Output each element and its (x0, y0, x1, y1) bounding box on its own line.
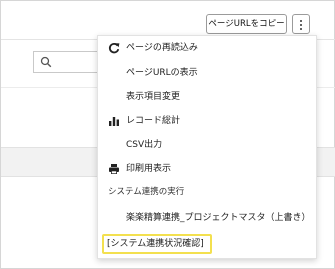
menu-item-record-total[interactable]: レコード総計 (98, 111, 316, 131)
menu-item-label: 表示項目変更 (126, 92, 181, 102)
menu-item-change-columns[interactable]: 表示項目変更 (98, 87, 316, 107)
menu-item-show-url[interactable]: ページURLの表示 (98, 63, 316, 83)
more-dot (300, 28, 302, 30)
bar-chart-icon (109, 117, 119, 126)
refresh-icon (109, 43, 120, 54)
more-menu-button[interactable] (292, 14, 310, 34)
menu-item-label: レコード総計 (126, 116, 181, 126)
menu-item-label: ページURLの表示 (126, 68, 198, 78)
menu-item-label: ページの再読込み (126, 43, 198, 53)
menu-item-system-link-status[interactable]: [システム連携状況確認] (102, 234, 212, 254)
menu-item-reload[interactable]: ページの再読込み (98, 38, 316, 58)
copy-page-url-button[interactable]: ページURLをコピー (206, 14, 287, 34)
search-icon (40, 56, 52, 68)
menu-item-label: CSV出力 (126, 140, 163, 150)
print-icon (109, 164, 119, 174)
search-input[interactable] (33, 51, 107, 73)
more-dot (300, 20, 302, 22)
more-dot (300, 24, 302, 26)
menu-item-system-link[interactable]: 楽楽精算連携_プロジェクトマスタ（上書き） (98, 208, 316, 228)
dropdown-menu: ページの再読込み ページURLの表示 表示項目変更 レコード総計 CSV出力 印… (97, 35, 317, 259)
menu-item-label: 印刷用表示 (126, 164, 172, 174)
screen: ページURLをコピー ページの再読込み ページURLの表示 表示項目変更 レコー… (0, 0, 335, 269)
menu-section-title: システム連携の実行 (108, 187, 185, 197)
menu-item-print-view[interactable]: 印刷用表示 (98, 159, 316, 179)
menu-item-label: 楽楽精算連携_プロジェクトマスタ（上書き） (126, 213, 311, 223)
menu-item-csv-export[interactable]: CSV出力 (98, 135, 316, 155)
